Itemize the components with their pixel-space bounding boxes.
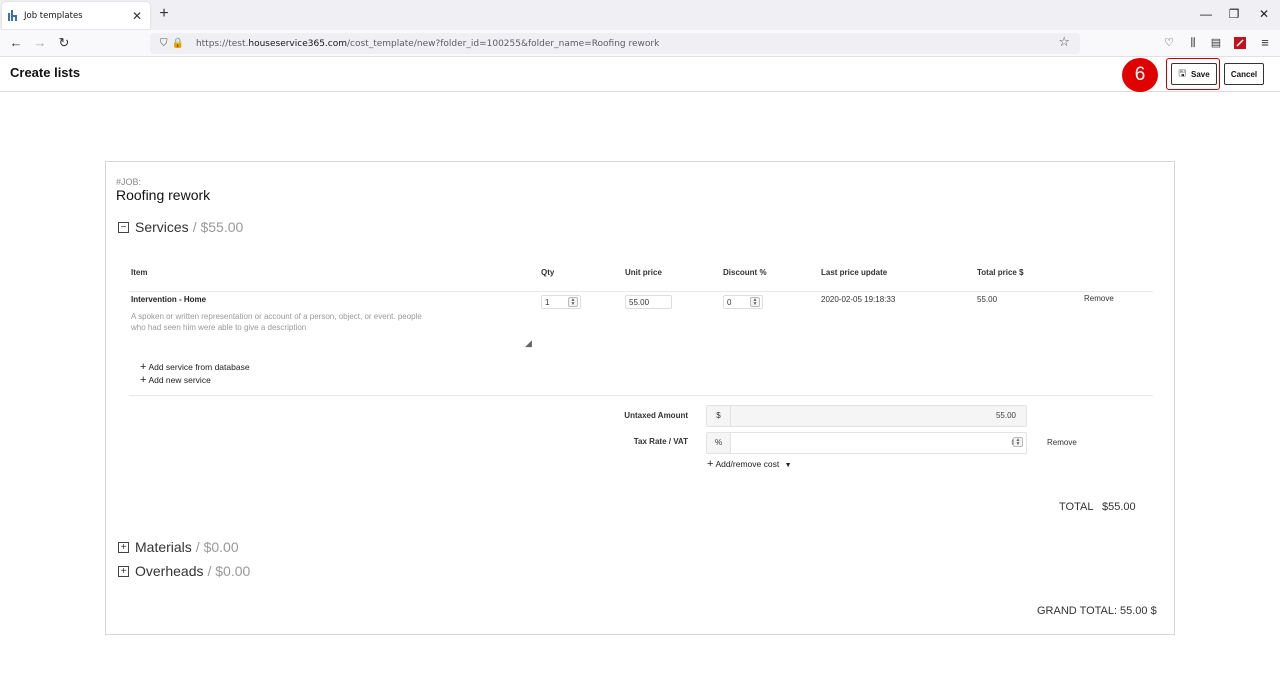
collapse-minus-icon[interactable]: − — [118, 221, 129, 233]
untaxed-amount-value: 55.00 — [995, 411, 1016, 420]
close-window-icon[interactable]: ✕ — [1254, 6, 1274, 22]
pocket-icon[interactable]: ♡ — [1160, 34, 1178, 52]
untaxed-amount-label: Untaxed Amount — [624, 411, 688, 420]
cost-list-panel: #JOB: Roofing rework − Services / $55.00… — [105, 161, 1175, 635]
untaxed-amount-field: $ 55.00 — [706, 405, 1027, 427]
add-remove-cost-label: Add/remove cost — [715, 459, 780, 469]
library-icon[interactable]: ⫼ — [1184, 34, 1202, 52]
services-amount: / $55.00 — [192, 219, 244, 235]
tab-title: Job templates — [24, 10, 83, 21]
overheads-section-header[interactable]: + Overheads / $0.00 — [118, 563, 250, 579]
materials-amount: / $0.00 — [195, 539, 239, 555]
qty-input[interactable]: 1 ▲ ▼ — [541, 295, 581, 309]
plus-icon: + — [707, 458, 714, 470]
tax-rate-label: Tax Rate / VAT — [633, 437, 688, 446]
overheads-amount: / $0.00 — [207, 563, 251, 579]
last-price-update: 2020-02-05 19:18:33 — [821, 295, 896, 304]
save-label: Save — [1190, 69, 1210, 79]
add-new-service-link[interactable]: + Add new service — [140, 374, 211, 386]
add-remove-cost-dropdown[interactable]: + Add/remove cost ▼ — [707, 458, 792, 470]
services-total-label: TOTAL — [1059, 501, 1094, 513]
dollar-addon: $ — [707, 406, 731, 426]
discount-stepper-icon[interactable]: ▲ ▼ — [750, 297, 760, 307]
step-badge: 6 — [1122, 58, 1158, 92]
url-host: houseservice365.com — [248, 38, 347, 49]
floppy-disk-icon: 🖫 — [1178, 68, 1186, 78]
close-tab-icon[interactable]: ✕ — [130, 9, 144, 23]
service-item-name: Intervention - Home — [131, 295, 207, 304]
reload-icon[interactable]: ↻ — [55, 34, 73, 52]
job-key-label: #JOB: — [116, 177, 142, 187]
expand-plus-icon[interactable]: + — [118, 541, 129, 553]
minimize-window-icon[interactable]: — — [1196, 6, 1216, 22]
materials-section-header[interactable]: + Materials / $0.00 — [118, 539, 239, 555]
column-header-qty: Qty — [541, 268, 555, 277]
plus-icon: + — [140, 361, 147, 373]
overheads-title: Overheads — [135, 563, 204, 579]
cancel-button[interactable]: Cancel — [1224, 63, 1264, 85]
page-title: Create lists — [10, 65, 81, 80]
app-header: Create lists 6 — [0, 57, 1280, 92]
column-header-unit-price: Unit price — [625, 268, 662, 277]
menu-hamburger-icon[interactable]: ≡ — [1256, 34, 1274, 52]
browser-tab-bar: Job templates ✕ + — ❐ ✕ — [0, 0, 1280, 30]
unit-price-value: 55.00 — [629, 297, 650, 307]
bookmark-star-icon[interactable]: ☆ — [1058, 35, 1070, 50]
remove-service-link[interactable]: Remove — [1084, 294, 1114, 303]
percent-addon: % — [707, 433, 731, 453]
materials-title: Materials — [135, 539, 192, 555]
column-header-last-update: Last price update — [821, 268, 888, 277]
service-total-price: 55.00 — [977, 295, 998, 304]
grand-total-label: GRAND TOTAL: — [1037, 605, 1118, 617]
add-from-db-label: Add service from database — [148, 362, 250, 372]
save-button[interactable]: 🖫 Save — [1171, 63, 1217, 85]
services-divider — [129, 395, 1153, 396]
remove-tax-link[interactable]: Remove — [1047, 438, 1077, 447]
services-section-header[interactable]: − Services / $55.00 — [118, 219, 243, 235]
column-header-item: Item — [131, 268, 148, 277]
forward-arrow-icon[interactable]: → — [31, 34, 49, 52]
column-header-total-price: Total price $ — [977, 268, 1024, 277]
url-prefix: https://test. — [195, 38, 249, 49]
sidebar-icon[interactable]: ▤ — [1207, 34, 1225, 52]
site-favicon-icon — [8, 10, 18, 21]
qty-value: 1 — [545, 297, 550, 307]
plus-icon: + — [140, 374, 147, 386]
unit-price-input[interactable]: 55.00 — [625, 295, 672, 309]
services-total-value: $55.00 — [1102, 501, 1136, 513]
browser-tab[interactable]: Job templates ✕ — [2, 2, 150, 29]
discount-input[interactable]: 0 ▲ ▼ — [723, 295, 763, 309]
add-service-from-database-link[interactable]: + Add service from database — [140, 361, 250, 373]
tax-rate-stepper-icon[interactable]: ▲ ▼ — [1013, 437, 1023, 447]
new-tab-icon[interactable]: + — [156, 6, 172, 22]
column-header-discount: Discount % — [723, 268, 767, 277]
browser-nav-bar: ← → ↻ ⛉🔒 https://test. houseservice365.co… — [0, 30, 1280, 57]
add-new-label: Add new service — [148, 375, 211, 385]
job-name: Roofing rework — [116, 187, 211, 203]
caret-down-icon: ▼ — [784, 462, 792, 469]
grand-total-value: 55.00 $ — [1120, 605, 1157, 617]
address-bar[interactable]: ⛉🔒 https://test. houseservice365.com/cost… — [150, 33, 1080, 54]
back-arrow-icon[interactable]: ← — [7, 34, 25, 52]
header-divider — [129, 291, 1153, 292]
textarea-resize-handle-icon[interactable]: ◢ — [525, 338, 532, 349]
extension-icon[interactable] — [1231, 34, 1249, 52]
service-item-description[interactable]: A spoken or written representation or ac… — [131, 311, 431, 333]
services-title: Services — [135, 219, 189, 235]
url-path: /cost_template/new?folder_id=100255&fold… — [347, 38, 660, 49]
tax-rate-input[interactable]: % 0 ▲▼ — [706, 432, 1027, 454]
expand-plus-icon[interactable]: + — [118, 565, 129, 577]
qty-stepper-icon[interactable]: ▲ ▼ — [568, 297, 578, 307]
shield-lock-icon: ⛉🔒 — [160, 38, 188, 49]
discount-value: 0 — [727, 297, 732, 307]
restore-window-icon[interactable]: ❐ — [1224, 6, 1244, 22]
